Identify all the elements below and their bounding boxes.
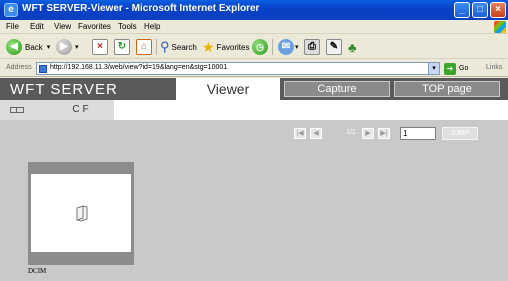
- previous-page-button[interactable]: ◀: [310, 128, 322, 139]
- search-button[interactable]: ⚲ Search: [160, 38, 197, 56]
- last-page-button[interactable]: ▶|: [378, 128, 390, 139]
- tab-cf[interactable]: CF: [50, 100, 114, 120]
- back-label: Back: [25, 42, 43, 52]
- history-button[interactable]: ◷: [252, 38, 268, 56]
- stop-button[interactable]: ×: [92, 38, 108, 56]
- page-count: 1/1: [346, 129, 356, 136]
- go-arrow-icon: ➜: [444, 62, 456, 75]
- chevron-down-icon: ▾: [46, 44, 51, 51]
- favorites-label: Favorites: [216, 42, 250, 52]
- star-icon: ★: [202, 38, 215, 55]
- search-label: Search: [171, 42, 197, 52]
- top-page-button[interactable]: TOP page: [394, 81, 500, 97]
- print-button[interactable]: ⎙: [304, 38, 320, 56]
- address-input[interactable]: http://192.168.11.3/web/view?id=19&lang=…: [36, 62, 440, 75]
- refresh-icon: ↻: [114, 39, 130, 55]
- maximize-button[interactable]: □: [472, 2, 488, 18]
- page-icon: [39, 65, 47, 73]
- chevron-down-icon: ▾: [295, 44, 299, 51]
- folder-icon: [76, 205, 88, 222]
- windows-logo-icon: [494, 21, 506, 33]
- menu-file[interactable]: File: [6, 22, 19, 31]
- browser-toolbar: ◀ Back ▾ ▶ ▾ × ↻ ⌂ ⚲ Search ★ Favorites …: [0, 35, 508, 59]
- search-icon: ⚲: [160, 39, 170, 54]
- minimize-button[interactable]: _: [454, 2, 470, 18]
- menu-help[interactable]: Help: [144, 22, 160, 31]
- back-button[interactable]: ◀ Back ▾: [6, 38, 50, 56]
- drive-tabs: CF: [0, 100, 508, 120]
- forward-arrow-icon: ▶: [56, 39, 72, 55]
- toolbar-divider: [272, 39, 273, 55]
- favorites-button[interactable]: ★ Favorites: [202, 38, 249, 56]
- mail-button[interactable]: ✉ ▾: [278, 38, 299, 56]
- tab-sd-card[interactable]: [0, 100, 50, 120]
- first-page-button[interactable]: |◀: [294, 128, 306, 139]
- messenger-button[interactable]: ♣: [348, 38, 357, 56]
- edit-button[interactable]: ✎: [326, 38, 342, 56]
- page-number-input[interactable]: [400, 127, 436, 140]
- go-button[interactable]: ➜ Go: [444, 62, 468, 75]
- menu-favorites[interactable]: Favorites: [78, 22, 111, 31]
- menu-bar: File Edit View Favorites Tools Help: [0, 20, 508, 34]
- page-header: WFT SERVER Viewer Capture TOP page: [0, 78, 508, 100]
- chevron-down-icon: ▾: [75, 44, 79, 51]
- folder-name: DCIM: [28, 267, 47, 275]
- brand-title: WFT SERVER: [10, 81, 118, 98]
- printer-icon: ⎙: [304, 39, 320, 55]
- messenger-icon: ♣: [348, 39, 357, 55]
- viewer-area: |◀ ◀ 1/1 ▶ ▶| JUMP DCIM: [0, 120, 508, 281]
- title-bar: e WFT SERVER-Viewer - Microsoft Internet…: [0, 0, 508, 20]
- address-url: http://192.168.11.3/web/view?id=19&lang=…: [50, 64, 228, 71]
- menu-view[interactable]: View: [54, 22, 71, 31]
- menu-tools[interactable]: Tools: [118, 22, 137, 31]
- history-icon: ◷: [252, 39, 268, 55]
- address-bar: Address http://192.168.11.3/web/view?id=…: [0, 60, 508, 77]
- chevron-down-icon[interactable]: ▾: [428, 63, 439, 74]
- stop-icon: ×: [92, 39, 108, 55]
- forward-button[interactable]: ▶ ▾: [56, 38, 79, 56]
- browser-window: e WFT SERVER-Viewer - Microsoft Internet…: [0, 0, 508, 281]
- web-page: WFT SERVER Viewer Capture TOP page CF |◀…: [0, 78, 508, 281]
- links-label[interactable]: Links: [486, 64, 502, 71]
- refresh-button[interactable]: ↻: [114, 38, 130, 56]
- edit-page-icon: ✎: [326, 39, 342, 55]
- back-arrow-icon: ◀: [6, 39, 22, 55]
- close-button[interactable]: ×: [490, 2, 506, 18]
- folder-thumbnail-body: [31, 174, 131, 252]
- capture-button[interactable]: Capture: [284, 81, 390, 97]
- window-title: WFT SERVER-Viewer - Microsoft Internet E…: [22, 3, 260, 14]
- home-icon: ⌂: [136, 39, 152, 55]
- home-button[interactable]: ⌂: [136, 38, 152, 56]
- internet-explorer-icon: e: [4, 3, 18, 17]
- memory-card-icon: [10, 107, 24, 113]
- tab-viewer[interactable]: Viewer: [176, 78, 280, 100]
- address-label: Address: [6, 64, 32, 71]
- menu-edit[interactable]: Edit: [30, 22, 44, 31]
- mail-icon: ✉: [278, 39, 294, 55]
- toolbar-divider: [156, 39, 157, 55]
- jump-button[interactable]: JUMP: [442, 127, 478, 140]
- folder-thumbnail[interactable]: [28, 162, 134, 265]
- next-page-button[interactable]: ▶: [362, 128, 374, 139]
- go-label: Go: [459, 65, 469, 72]
